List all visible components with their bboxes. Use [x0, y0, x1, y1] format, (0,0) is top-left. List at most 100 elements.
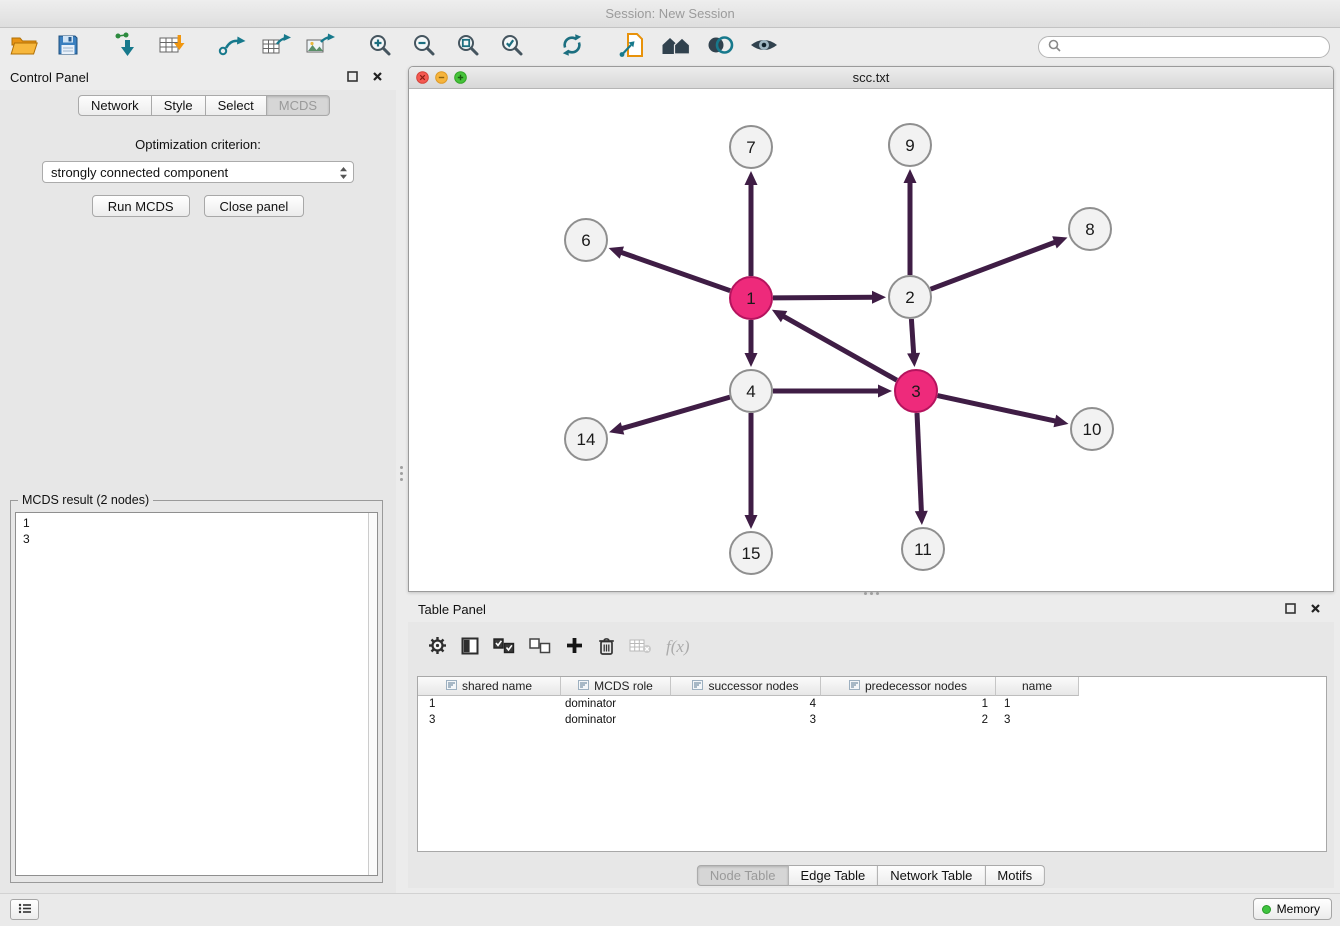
cell-name[interactable]: 3	[996, 712, 1079, 728]
graph-edge-arrowhead	[907, 353, 920, 367]
sort-icon	[446, 679, 457, 693]
graph-edge-2-3[interactable]	[911, 319, 913, 356]
graph-node-9[interactable]: 9	[889, 124, 931, 166]
graph-node-15[interactable]: 15	[730, 532, 772, 574]
close-table-panel-button[interactable]	[1306, 600, 1324, 618]
cell-mcds-role[interactable]: dominator	[561, 712, 671, 728]
table-row[interactable]: 1 dominator 4 1 1	[418, 696, 1326, 712]
close-panel-button[interactable]: Close panel	[204, 195, 305, 217]
network-window-titlebar[interactable]: scc.txt	[409, 67, 1333, 89]
task-history-button[interactable]	[10, 899, 39, 920]
cell-successor-nodes[interactable]: 4	[671, 696, 821, 712]
import-network-button[interactable]	[108, 31, 148, 63]
graph-node-6[interactable]: 6	[565, 219, 607, 261]
graph-node-14[interactable]: 14	[565, 418, 607, 460]
open-folder-icon	[10, 33, 38, 60]
new-network-button[interactable]	[212, 31, 252, 63]
zoom-out-button[interactable]	[404, 31, 444, 63]
cell-mcds-role[interactable]: dominator	[561, 696, 671, 712]
cell-name[interactable]: 1	[996, 696, 1079, 712]
cell-shared-name[interactable]: 3	[418, 712, 561, 728]
column-header-successor-nodes[interactable]: successor nodes	[671, 677, 821, 696]
function-builder-button[interactable]: f(x)	[666, 634, 690, 660]
column-header-shared-name[interactable]: shared name	[418, 677, 561, 696]
tab-node-table[interactable]: Node Table	[697, 865, 789, 886]
column-header-mcds-role[interactable]: MCDS role	[561, 677, 671, 696]
network-canvas[interactable]: 7 9 6 8 1 2 4 3 14 10 15 11	[409, 89, 1333, 591]
table-settings-button[interactable]	[428, 634, 447, 660]
close-panel-x-button[interactable]	[368, 68, 386, 86]
export-table-button[interactable]	[256, 31, 296, 63]
memory-button[interactable]: Memory	[1253, 898, 1332, 920]
graph-edge-3-1[interactable]	[782, 315, 897, 380]
app-window: Session: New Session	[0, 0, 1340, 926]
graph-edge-arrowhead	[609, 247, 624, 259]
delete-table-icon	[629, 638, 652, 657]
tab-network-table[interactable]: Network Table	[878, 865, 985, 886]
mcds-result-item[interactable]: 1	[23, 515, 377, 531]
window-close-button[interactable]	[416, 71, 429, 84]
select-all-columns-button[interactable]	[493, 634, 515, 660]
cell-predecessor-nodes[interactable]: 1	[821, 696, 996, 712]
graph-edge-4-14[interactable]	[620, 397, 730, 429]
cell-successor-nodes[interactable]: 3	[671, 712, 821, 728]
graph-edge-1-2[interactable]	[773, 297, 875, 298]
graph-edge-2-8[interactable]	[931, 241, 1058, 289]
column-header-name[interactable]: name	[996, 677, 1079, 696]
tab-motifs[interactable]: Motifs	[985, 865, 1045, 886]
delete-table-button[interactable]	[629, 634, 652, 660]
show-graphics-details-button[interactable]	[744, 31, 784, 63]
tab-style[interactable]: Style	[152, 95, 206, 116]
graph-node-2[interactable]: 2	[889, 276, 931, 318]
graph-node-8[interactable]: 8	[1069, 208, 1111, 250]
home-button[interactable]	[656, 31, 696, 63]
zoom-selected-button[interactable]	[492, 31, 532, 63]
graph-node-3[interactable]: 3	[895, 370, 937, 412]
graph-edge-3-10[interactable]	[938, 396, 1058, 422]
search-input[interactable]	[1067, 40, 1320, 54]
window-zoom-button[interactable]	[454, 71, 467, 84]
result-scrollbar[interactable]	[368, 513, 377, 875]
window-minimize-button[interactable]	[435, 71, 448, 84]
unselect-all-columns-button[interactable]	[529, 634, 551, 660]
graph-node-11[interactable]: 11	[902, 528, 944, 570]
splitter-handle[interactable]	[400, 466, 403, 481]
cell-predecessor-nodes[interactable]: 2	[821, 712, 996, 728]
open-file-button[interactable]	[4, 31, 44, 63]
import-table-button[interactable]	[152, 31, 192, 63]
open-in-browser-button[interactable]	[612, 31, 652, 63]
graph-node-10[interactable]: 10	[1071, 408, 1113, 450]
zoom-in-button[interactable]	[360, 31, 400, 63]
delete-column-button[interactable]	[598, 634, 615, 660]
optimization-criterion-select[interactable]: strongly connected component	[42, 161, 354, 183]
column-header-predecessor-nodes[interactable]: predecessor nodes	[821, 677, 996, 696]
trash-icon	[598, 636, 615, 659]
sort-icon	[692, 679, 703, 693]
tab-edge-table[interactable]: Edge Table	[788, 865, 878, 886]
graph-edge-3-11[interactable]	[917, 413, 922, 514]
tab-network[interactable]: Network	[78, 95, 152, 116]
graph-node-4[interactable]: 4	[730, 370, 772, 412]
graph-node-label: 3	[911, 382, 920, 401]
tab-mcds[interactable]: MCDS	[267, 95, 330, 116]
graph-node-1[interactable]: 1	[730, 277, 772, 319]
run-mcds-button[interactable]: Run MCDS	[92, 195, 190, 217]
show-columns-button[interactable]	[461, 634, 479, 660]
splitter-handle[interactable]	[864, 592, 879, 595]
create-column-button[interactable]	[565, 634, 584, 660]
apply-style-button[interactable]	[700, 31, 740, 63]
float-panel-button[interactable]	[343, 68, 361, 86]
save-session-button[interactable]	[48, 31, 88, 63]
refresh-network-button[interactable]	[552, 31, 592, 63]
float-table-panel-button[interactable]	[1281, 600, 1299, 618]
graph-node-7[interactable]: 7	[730, 126, 772, 168]
tab-select[interactable]: Select	[206, 95, 267, 116]
table-row[interactable]: 3 dominator 3 2 3	[418, 712, 1326, 728]
zoom-fit-button[interactable]	[448, 31, 488, 63]
mcds-result-item[interactable]: 3	[23, 531, 377, 547]
status-bar: Memory	[0, 893, 1340, 926]
graph-edge-1-6[interactable]	[619, 252, 730, 291]
cell-shared-name[interactable]: 1	[418, 696, 561, 712]
export-image-button[interactable]	[300, 31, 340, 63]
vertical-splitter[interactable]	[396, 64, 408, 893]
